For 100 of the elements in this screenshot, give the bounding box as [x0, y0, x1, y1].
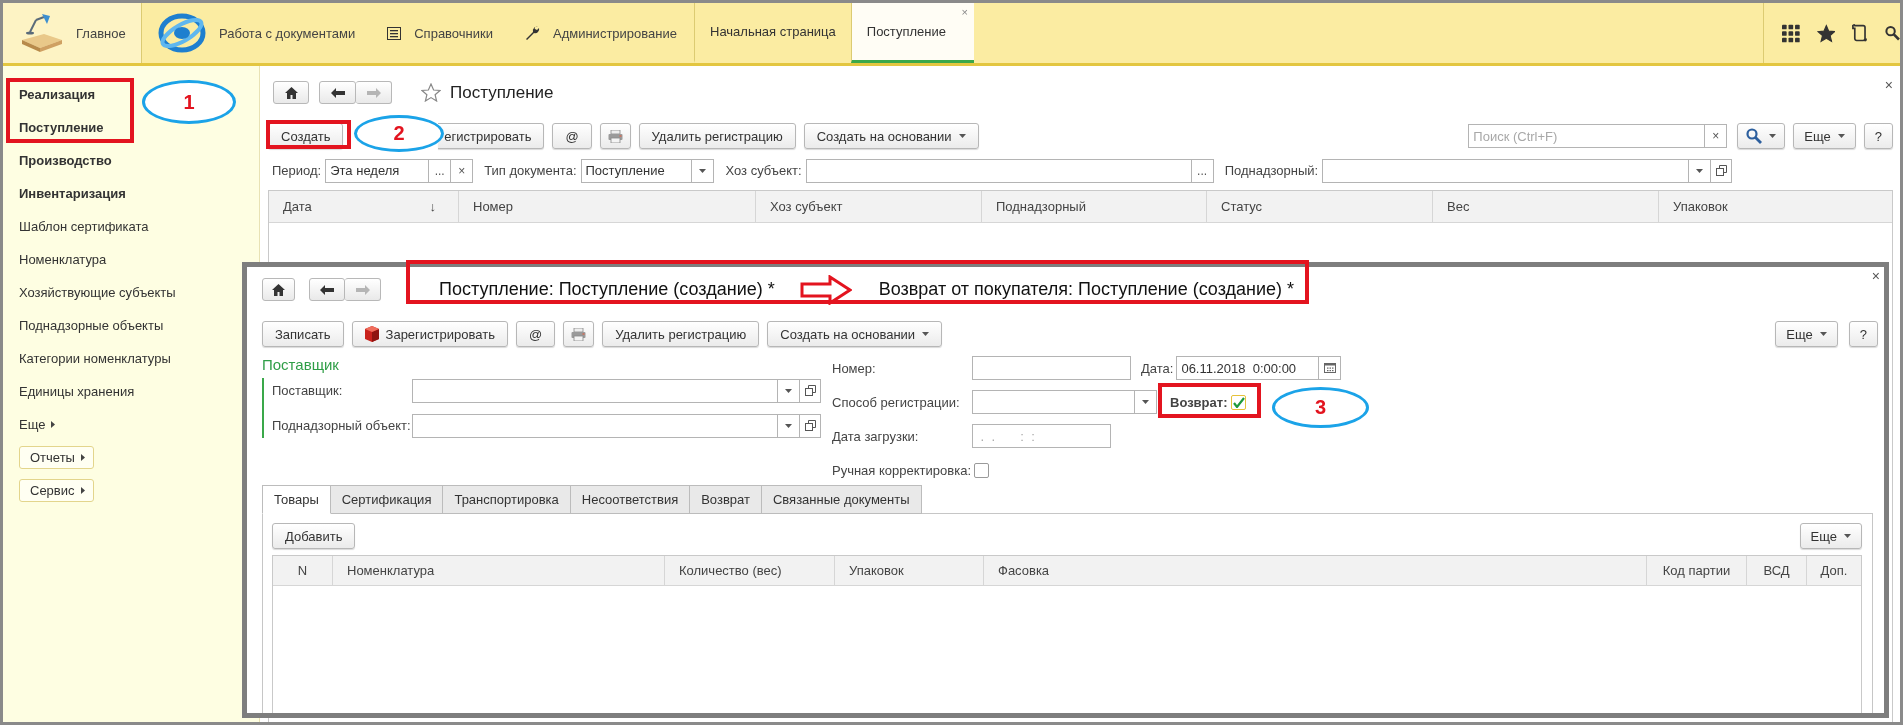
column-header[interactable]: Количество (вес): [665, 556, 835, 585]
dropdown-button[interactable]: [1135, 390, 1157, 414]
filter-label: Период:: [272, 163, 322, 178]
menu-item[interactable]: Справочники: [414, 25, 493, 41]
toolbar-button[interactable]: Удалить регистрацию: [638, 123, 796, 149]
sidebar-button[interactable]: Сервис: [19, 479, 94, 502]
input-field[interactable]: [972, 356, 1131, 380]
field-button[interactable]: ...: [429, 158, 452, 183]
filter-field[interactable]: Эта неделя: [325, 158, 430, 183]
document-icon[interactable]: [1852, 23, 1869, 43]
column-header[interactable]: Упаковок: [835, 556, 984, 585]
close-button[interactable]: ×: [1871, 268, 1880, 284]
column-header[interactable]: Поднадзорный: [982, 191, 1207, 222]
star-icon[interactable]: [421, 83, 441, 102]
tab[interactable]: Несоответствия: [570, 485, 691, 514]
menu-item[interactable]: Администрирование: [553, 25, 677, 41]
column-header[interactable]: Упаковок: [1659, 191, 1892, 222]
open-tab[interactable]: Поступление ×: [850, 3, 974, 63]
tab[interactable]: Сертификация: [330, 485, 444, 514]
column-header[interactable]: ВСД: [1747, 556, 1807, 585]
field-button[interactable]: ×: [451, 158, 474, 183]
create-based-on-button[interactable]: Создать на основании: [803, 123, 979, 149]
help-button[interactable]: ?: [1863, 123, 1893, 149]
back-button[interactable]: [309, 278, 345, 301]
arrow-right-icon: [366, 87, 381, 98]
register-button[interactable]: Зарегистрировать: [351, 321, 508, 347]
column-header[interactable]: Номенклатура: [333, 556, 665, 585]
sidebar-item[interactable]: Единицы хранения: [19, 375, 135, 408]
toolbar-button[interactable]: @: [552, 123, 592, 149]
dropdown-button[interactable]: [778, 378, 800, 403]
more-button[interactable]: Еще: [1799, 523, 1862, 549]
create-based-on-button[interactable]: Создать на основании: [767, 321, 943, 347]
checkbox[interactable]: [1231, 394, 1247, 410]
date-field[interactable]: 06.11.2018 0:00:00: [1176, 356, 1320, 380]
column-header[interactable]: Фасовка: [984, 556, 1647, 585]
open-button[interactable]: [1711, 158, 1733, 183]
more-button[interactable]: Еще: [1793, 123, 1856, 149]
dropdown-button[interactable]: [691, 158, 714, 183]
calendar-button[interactable]: [1319, 356, 1342, 380]
column-title: Дата: [283, 199, 312, 214]
sidebar-item[interactable]: Реализация: [19, 78, 96, 111]
more-link[interactable]: Еще: [19, 417, 56, 432]
clear-button[interactable]: ×: [1705, 124, 1728, 148]
star-icon[interactable]: [1816, 23, 1836, 43]
search-field[interactable]: Поиск (Ctrl+F): [1468, 124, 1706, 148]
apps-grid-icon[interactable]: [1782, 23, 1800, 43]
sidebar-item[interactable]: Номенклатура: [19, 243, 107, 276]
toolbar-button[interactable]: @: [515, 321, 556, 347]
sidebar-item[interactable]: Хозяйствующие субъекты: [19, 276, 176, 309]
caret-icon: [785, 388, 792, 393]
sidebar-item[interactable]: Инвентаризация: [19, 177, 126, 210]
add-button[interactable]: Добавить: [272, 523, 356, 549]
help-button[interactable]: ?: [1848, 321, 1878, 347]
print-button[interactable]: [563, 321, 595, 347]
date-field[interactable]: . . : :: [972, 424, 1111, 448]
column-header[interactable]: N: [273, 556, 333, 585]
toolbar-button[interactable]: Записать: [262, 321, 344, 347]
sidebar-item[interactable]: Шаблон сертификата: [19, 210, 149, 243]
tab[interactable]: Возврат: [690, 485, 762, 514]
input-field[interactable]: [412, 378, 778, 403]
open-tab[interactable]: Начальная страница: [694, 3, 851, 63]
column-header[interactable]: Код партии: [1647, 556, 1747, 585]
input-field[interactable]: [412, 413, 778, 438]
sidebar-item[interactable]: Категории номенклатуры: [19, 342, 171, 375]
search-button[interactable]: [1737, 123, 1786, 149]
column-header[interactable]: Дата ↓: [269, 191, 459, 222]
sidebar-item[interactable]: Поднадзорные объекты: [19, 309, 164, 342]
menu-item[interactable]: Работа с документами: [219, 25, 356, 41]
open-button[interactable]: [800, 378, 821, 403]
filter-field[interactable]: Поступление: [580, 158, 692, 183]
home-button[interactable]: [273, 81, 309, 104]
column-header[interactable]: Номер: [459, 191, 756, 222]
more-button[interactable]: Еще: [1775, 321, 1838, 347]
tab[interactable]: Транспортировка: [443, 485, 571, 514]
close-button[interactable]: ×: [961, 6, 968, 18]
open-button[interactable]: [800, 413, 821, 438]
home-button[interactable]: [262, 278, 295, 301]
column-header[interactable]: Статус: [1207, 191, 1433, 222]
close-button[interactable]: ×: [1884, 77, 1893, 93]
column-header[interactable]: Доп.: [1807, 556, 1861, 585]
back-button[interactable]: [319, 81, 356, 104]
filter-field[interactable]: [805, 158, 1192, 183]
sidebar-item[interactable]: Поступление: [19, 111, 104, 144]
toolbar-button[interactable]: Удалить регистрацию: [602, 321, 760, 347]
sidebar-item[interactable]: Производство: [19, 144, 112, 177]
dropdown-button[interactable]: [1689, 158, 1712, 183]
checkbox[interactable]: [974, 462, 989, 478]
dropdown-button[interactable]: [778, 413, 800, 438]
input-field[interactable]: [972, 390, 1135, 414]
home-section[interactable]: Главное: [3, 3, 142, 63]
print-button[interactable]: [599, 123, 631, 149]
annotation-arrow: [799, 274, 852, 305]
filter-field[interactable]: [1322, 158, 1690, 183]
field-button[interactable]: ...: [1191, 158, 1214, 183]
tab[interactable]: Связанные документы: [761, 485, 922, 514]
tab[interactable]: Товары: [262, 485, 331, 514]
register-button[interactable]: егистрировать: [438, 123, 545, 149]
column-header[interactable]: Хоз субъект: [756, 191, 982, 222]
sidebar-button[interactable]: Отчеты: [19, 446, 94, 469]
column-header[interactable]: Вес: [1433, 191, 1659, 222]
